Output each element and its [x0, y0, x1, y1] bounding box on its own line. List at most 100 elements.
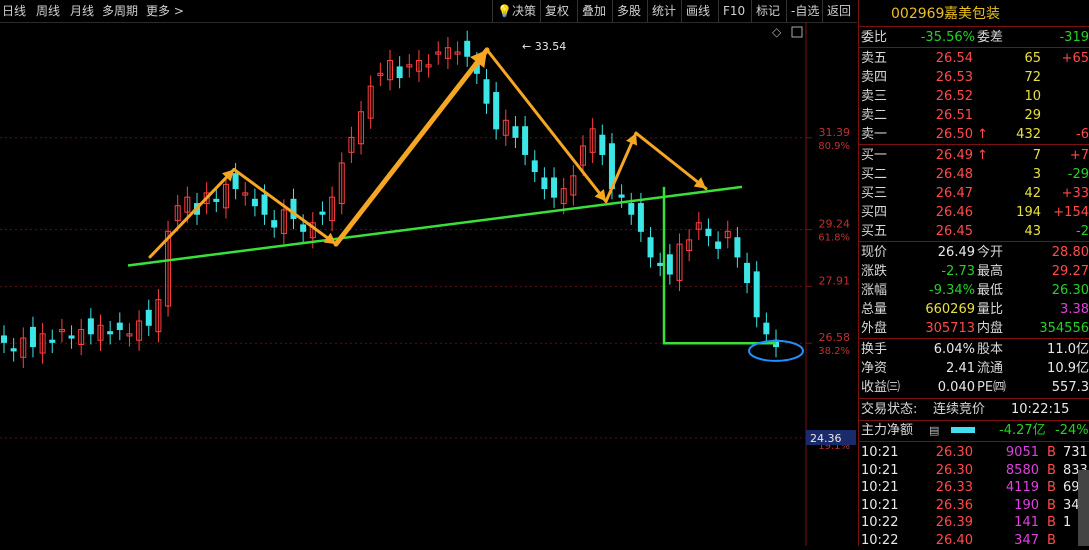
- stats-row: 净资 2.41 流通 10.9亿: [861, 361, 1089, 376]
- measured-move-line: [662, 186, 776, 345]
- candle-body: [87, 318, 94, 335]
- overlay-button[interactable]: 叠加: [577, 0, 606, 22]
- axis-pct-label: 61.8%: [818, 233, 850, 244]
- candle-body: [531, 160, 538, 173]
- candle-body: [744, 262, 751, 284]
- tick-row: 10:21 26.36 190 B 34: [861, 497, 1080, 513]
- trend-arrow-shaft: [634, 131, 708, 191]
- candle-body: [715, 241, 722, 249]
- period-multi-tab[interactable]: 多周期: [102, 0, 138, 22]
- high-price-label: ← 33.54: [522, 40, 566, 53]
- candle-body: [753, 271, 760, 318]
- ask-row: 卖四 26.53 72: [861, 70, 1041, 85]
- trend-arrow-shaft: [333, 47, 490, 247]
- candle-body: [666, 254, 673, 275]
- bid-row: 买一 26.49 7 +7 ↑: [861, 148, 1089, 163]
- bulb-icon: 💡: [497, 4, 512, 18]
- draw-line-button[interactable]: 画线: [681, 0, 710, 22]
- remove-watchlist-button[interactable]: -自选: [786, 0, 819, 22]
- candle-body: [705, 228, 712, 237]
- candle-body: [647, 237, 654, 258]
- axis-price-label: 27.91: [819, 274, 851, 287]
- stats-row: 收益㈢ 0.040 PE㈣ 557.3: [861, 380, 1089, 395]
- ask-row: 卖五 26.54 65 +65: [861, 51, 1089, 66]
- candle-body: [300, 224, 307, 232]
- diamond-icon: ◇: [772, 25, 782, 39]
- main-capital-row: 主力净额 ▤ -4.27亿 -24%: [861, 421, 1089, 440]
- candle-body: [483, 79, 490, 104]
- back-button[interactable]: 返回: [822, 0, 851, 22]
- candle-body: [493, 92, 500, 130]
- candle-body: [251, 198, 258, 207]
- candle-body: [1, 335, 7, 343]
- bid-row: 买三 26.47 42 +33: [861, 186, 1089, 201]
- quote-row: 现价 26.49 今开 28.80: [861, 245, 1089, 260]
- tick-row: 10:21 26.33 4119 B 699: [861, 480, 1088, 495]
- current-price-tag: 24.36: [810, 432, 842, 445]
- capital-bar: [951, 427, 975, 433]
- candle-body: [396, 66, 403, 79]
- mark-button[interactable]: 标记: [751, 0, 780, 22]
- f10-button[interactable]: F10: [718, 0, 745, 22]
- bid-row: 买四 26.46 194 +154: [861, 205, 1089, 220]
- multi-stock-button[interactable]: 多股: [612, 0, 641, 22]
- stock-header: 002969 嘉美包装: [859, 5, 1089, 25]
- candle-body: [541, 177, 548, 190]
- quote-row: 总量 660269 量比 3.38: [861, 302, 1089, 317]
- more-menu[interactable]: 更多 >: [146, 0, 184, 22]
- decision-button[interactable]: 💡决策: [492, 0, 536, 22]
- tick-row: 10:22 26.39 141 B 1: [861, 515, 1072, 530]
- candle-body: [628, 203, 635, 215]
- quote-row: 涨跌 -2.73 最高 29.27: [861, 264, 1089, 279]
- candle-body: [763, 322, 770, 335]
- period-day-tab[interactable]: 日线: [2, 0, 26, 22]
- axis-price-label: 31.39: [819, 126, 851, 139]
- axis-pct-label: 80.9%: [818, 141, 850, 152]
- trade-status-row: 交易状态: 连续竞价 10:22:15: [861, 402, 1070, 417]
- axis-price-label: 26.58: [819, 331, 851, 344]
- candle-body: [107, 331, 114, 335]
- candle-body: [618, 194, 625, 198]
- period-month-tab[interactable]: 月线: [70, 0, 94, 22]
- tick-row: 10:22 26.40 347 B: [861, 532, 1056, 548]
- candlestick-chart[interactable]: ← 33.54 ◇ 31.39 80.9% 29.24 61.8% 27.91 26.58 3…: [0, 22, 857, 546]
- candle-body: [599, 134, 606, 155]
- candle-body: [637, 203, 644, 232]
- candle-body: [319, 211, 326, 215]
- candle-body: [657, 262, 664, 266]
- axis-pct-label: 38.2%: [818, 346, 850, 357]
- up-arrow-icon: ↑: [977, 148, 988, 163]
- menu-icon[interactable]: ▤: [929, 421, 939, 440]
- stats-row: 换手 6.04% 股本 11.0亿: [861, 342, 1089, 357]
- quote-row: 外盘 305713 内盘 354556: [861, 321, 1089, 336]
- window-icon: [791, 26, 803, 38]
- candle-body: [261, 194, 268, 215]
- bid-row: 买五 26.45 43 -2: [861, 224, 1089, 239]
- weibi-row: 委比 -35.56% 委差 -319: [861, 30, 1089, 45]
- trend-arrow-shaft: [148, 167, 236, 259]
- chart-toolbar: 日线 周线 月线 多周期 更多 > 💡决策 复权 叠加 多股 统计 画线 F10…: [0, 0, 857, 23]
- fuquan-button[interactable]: 复权: [540, 0, 569, 22]
- candle-body: [232, 173, 239, 190]
- tick-row: 10:21 26.30 8580 B 833: [861, 462, 1088, 478]
- candle-body: [116, 322, 123, 331]
- candle-body: [145, 309, 152, 326]
- stock-code: 002969: [891, 6, 945, 22]
- candle-body: [522, 126, 529, 155]
- quote-row: 涨幅 -9.34% 最低 26.30: [861, 283, 1089, 298]
- scrollbar[interactable]: [1078, 470, 1089, 546]
- candle-body: [271, 220, 278, 228]
- candle-body: [464, 40, 471, 57]
- stats-button[interactable]: 统计: [647, 0, 676, 22]
- ask-row: 卖二 26.51 29: [861, 108, 1041, 123]
- candle-body: [49, 339, 56, 343]
- period-week-tab[interactable]: 周线: [36, 0, 60, 22]
- up-arrow-icon: ↑: [977, 127, 988, 142]
- bid-row: 买二 26.48 3 -29: [861, 167, 1089, 182]
- candle-body: [29, 326, 36, 348]
- quote-panel: 002969 嘉美包装 委比 -35.56% 委差 -319 卖五 26.54 65…: [858, 0, 1089, 548]
- candle-body: [734, 237, 741, 258]
- candle-body: [10, 348, 17, 352]
- axis-price-label: 29.24: [819, 218, 851, 231]
- candle-body: [68, 335, 75, 339]
